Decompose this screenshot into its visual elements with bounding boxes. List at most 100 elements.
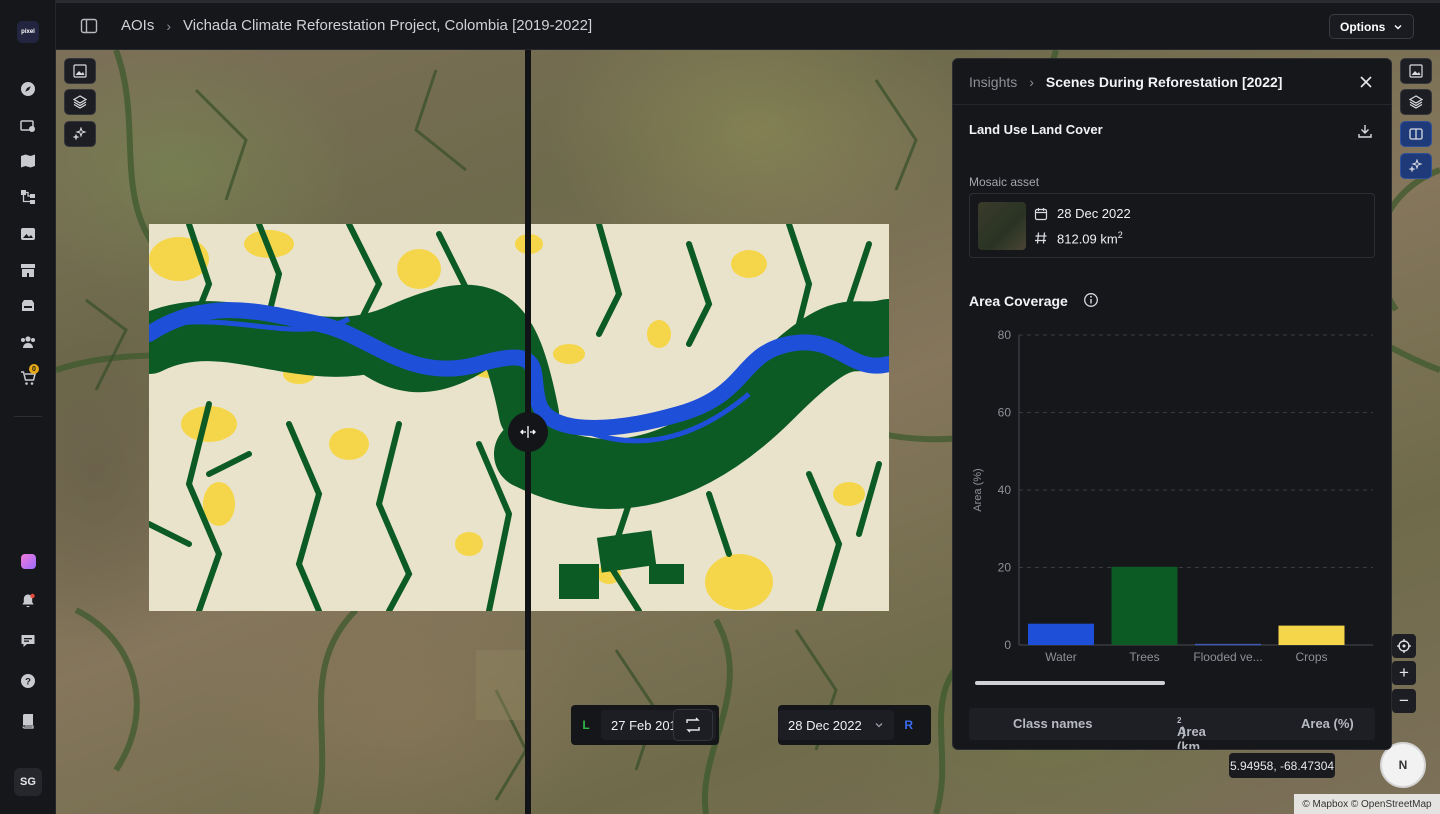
swap-dates-button[interactable]	[673, 709, 713, 741]
right-scene-tag: R	[904, 718, 914, 732]
right-date-value: 28 Dec 2022	[788, 717, 862, 733]
chart-x-tick-label: Crops	[1295, 650, 1327, 664]
chart-x-tick-label: Trees	[1129, 650, 1159, 664]
layers-icon	[73, 95, 87, 109]
compass-icon	[21, 82, 35, 96]
users-icon	[21, 336, 35, 348]
sidebar-item-tasking[interactable]	[16, 114, 40, 138]
insights-panel: Insights › Scenes During Reforestation […	[952, 58, 1392, 750]
chart-bar	[1028, 623, 1094, 645]
mosaic-area-row: 812.09 km2	[1034, 230, 1123, 246]
mosaic-date-row: 28 Dec 2022	[1034, 206, 1131, 221]
sidebar-item-marketplace[interactable]	[16, 258, 40, 282]
mosaic-thumbnail	[978, 202, 1026, 250]
area-table-header: Class names Area (km 2) Area (%)	[969, 708, 1375, 749]
mosaic-asset-label: Mosaic asset	[969, 175, 1040, 189]
sidebar-item-imagery[interactable]	[16, 222, 40, 246]
chevron-down-icon	[1394, 24, 1402, 29]
workflow-icon	[21, 190, 35, 204]
chart-y-tick-label: 0	[1004, 638, 1011, 652]
chart-y-tick-label: 80	[998, 328, 1012, 342]
store-icon	[21, 264, 35, 277]
database-icon	[22, 300, 34, 311]
area-coverage-info-button[interactable]	[1083, 292, 1099, 308]
locate-button[interactable]	[1392, 634, 1416, 658]
compass-north-label: N	[1398, 758, 1408, 772]
area-coverage-chart: 0 20 40 60 80 Area (%) Water Trees Flooded ve...…	[972, 328, 1373, 664]
right-basemap-button[interactable]	[1400, 58, 1432, 84]
close-icon	[1360, 76, 1372, 88]
user-avatar[interactable]: SG	[14, 768, 42, 796]
left-basemap-button[interactable]	[64, 58, 96, 84]
cart-count-badge: 0	[29, 364, 39, 374]
right-date-selector: 28 Dec 2022 R	[778, 705, 931, 745]
info-icon	[1084, 293, 1098, 307]
sidebar-item-maps[interactable]	[16, 149, 40, 173]
sidebar-item-help[interactable]: ?	[16, 669, 40, 693]
crosshair-icon	[1397, 639, 1411, 653]
lulc-title: Land Use Land Cover	[969, 122, 1103, 137]
sidebar-item-explore[interactable]	[16, 77, 40, 101]
layers-icon	[1409, 95, 1423, 109]
arrows-horizontal-icon	[520, 426, 536, 438]
insights-breadcrumb-link[interactable]: Insights	[969, 74, 1017, 90]
help-icon: ?	[21, 674, 35, 688]
sidebar-item-team[interactable]	[16, 330, 40, 354]
chart-y-tick-label: 40	[998, 483, 1012, 497]
insights-breadcrumb: Insights › Scenes During Reforestation […	[969, 74, 1282, 90]
insights-panel-header: Insights › Scenes During Reforestation […	[953, 59, 1391, 105]
close-panel-button[interactable]	[1357, 73, 1375, 91]
left-ai-insights-button[interactable]	[64, 121, 96, 147]
download-icon	[1358, 125, 1372, 138]
area-coverage-title: Area Coverage	[969, 293, 1068, 309]
map-icon	[21, 154, 35, 168]
mosaic-date: 28 Dec 2022	[1057, 206, 1131, 221]
chart-x-tick-label: Water	[1045, 650, 1077, 664]
col-area-km[interactable]: Area (km 2)	[1177, 716, 1206, 749]
right-ai-insights-button[interactable]	[1400, 153, 1432, 179]
sidebar-item-apps[interactable]	[16, 549, 40, 573]
breadcrumb-aois-link[interactable]: AOIs	[121, 17, 154, 34]
image-landscape-icon	[73, 64, 87, 78]
book-icon	[22, 714, 34, 729]
sidebar-item-notifications[interactable]	[16, 589, 40, 613]
left-scene-tag: L	[582, 718, 590, 732]
split-view-button[interactable]	[1400, 121, 1432, 147]
download-button[interactable]	[1357, 123, 1373, 139]
calendar-icon	[1034, 207, 1048, 220]
mosaic-area-value: 812.09 km	[1057, 231, 1118, 247]
right-date-dropdown[interactable]: 28 Dec 2022	[778, 710, 894, 740]
sidebar-item-storage[interactable]	[16, 294, 40, 318]
mosaic-asset-card[interactable]: 28 Dec 2022 812.09 km2	[969, 193, 1375, 258]
sidebar-divider	[14, 416, 42, 417]
swap-icon	[686, 717, 700, 733]
chart-x-tick-label: Flooded ve...	[1193, 650, 1262, 664]
plus-icon: +	[1399, 663, 1409, 682]
sidebar-item-docs[interactable]	[16, 709, 40, 733]
col-area-pct[interactable]: Area (%)	[1301, 716, 1354, 731]
right-layers-button[interactable]	[1400, 89, 1432, 115]
swipe-handle[interactable]	[508, 412, 548, 452]
sidebar-panel-icon	[80, 18, 98, 34]
sidebar-item-feedback[interactable]	[16, 629, 40, 653]
zoom-out-button[interactable]: −	[1392, 689, 1416, 713]
app-logo[interactable]: pixel	[17, 21, 39, 43]
options-dropdown-button[interactable]: Options	[1329, 14, 1414, 39]
chat-icon	[21, 635, 35, 647]
left-sidebar: pixel 0 ? SG	[0, 0, 56, 814]
app-window: pixel 0 ? SG AOIs › Vichada Climate Refo…	[0, 0, 1440, 814]
sidebar-item-workflows[interactable]	[16, 185, 40, 209]
zoom-in-button[interactable]: +	[1392, 661, 1416, 685]
chart-y-axis-label: Area (%)	[972, 468, 984, 511]
chart-y-tick-label: 20	[998, 561, 1012, 575]
chart-bar	[1195, 643, 1261, 646]
col-class-names[interactable]: Class names	[1013, 716, 1093, 731]
chart-bar	[1278, 625, 1345, 645]
sidebar-toggle-button[interactable]	[80, 17, 98, 35]
map-attribution[interactable]: © Mapbox © OpenStreetMap	[1294, 794, 1440, 814]
left-layers-button[interactable]	[64, 89, 96, 115]
col-area-km-close: )	[1181, 724, 1186, 739]
mosaic-area-unit-sup: 2	[1117, 230, 1123, 240]
chart-horizontal-scrollbar[interactable]	[975, 681, 1165, 685]
chart-y-tick-label: 60	[998, 406, 1012, 420]
